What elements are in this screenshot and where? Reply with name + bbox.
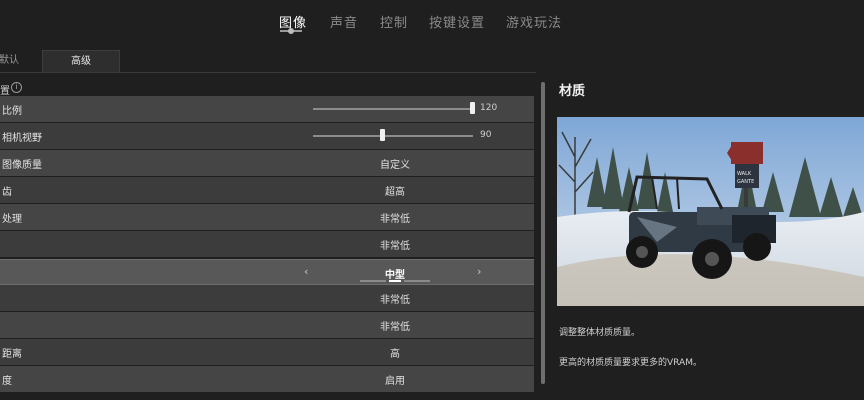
setting-value: 中型 [385,270,405,281]
detail-title: 材质 [559,84,586,99]
setting-row-quality[interactable]: 图像质量 自定义 [0,150,534,176]
option-step-indicator [404,280,430,282]
setting-row-scale[interactable]: 比例 120 [0,96,534,122]
scrollbar-thumb[interactable] [541,82,545,384]
option-step-indicator-active [389,280,401,282]
tab-keybindings[interactable]: 按键设置 [429,12,485,31]
subtab-advanced[interactable]: 高级 [42,50,120,73]
setting-value: 超高 [385,187,405,198]
setting-value: 非常低 [380,295,410,306]
active-tab-indicator [288,28,294,34]
setting-value: 自定义 [380,160,410,171]
setting-row-antialiasing[interactable]: 齿 超高 [0,177,534,203]
setting-value: 非常低 [380,241,410,252]
setting-label: 图像质量 [2,160,42,171]
setting-row-6[interactable]: 非常低 [0,231,534,257]
setting-value: 非常低 [380,322,410,333]
detail-description-2: 更高的材质质量要求更多的VRAM。 [559,358,702,368]
setting-row-view-distance[interactable]: 距离 高 [0,339,534,365]
setting-label: 距离 [2,349,22,360]
setting-label: 比例 [2,106,22,117]
tab-gameplay[interactable]: 游戏玩法 [506,12,562,31]
subtab-divider [0,72,536,73]
subtab-default[interactable]: 默认 [0,50,24,72]
svg-text:GANTE: GANTE [737,179,754,185]
setting-label: 齿 [2,187,12,198]
setting-row-9[interactable]: 非常低 [0,312,534,338]
slider-thumb[interactable] [380,129,385,141]
fov-slider[interactable] [313,135,473,137]
setting-label: 度 [2,376,12,387]
slider-thumb[interactable] [470,102,475,114]
detail-description-1: 调整整体材质质量。 [559,328,641,338]
setting-value: 高 [390,349,400,360]
texture-preview-image: WALK GANTE [557,117,864,306]
tab-controls[interactable]: 控制 [380,12,408,31]
setting-label: 处理 [2,214,22,225]
setting-row-fov[interactable]: 相机视野 90 [0,123,534,149]
slider-value: 90 [480,130,492,140]
setting-value: 非常低 [380,214,410,225]
chevron-right-icon[interactable]: › [477,265,481,278]
setting-row-8[interactable]: 非常低 [0,285,534,311]
tab-audio[interactable]: 声音 [330,12,358,31]
option-step-indicator [360,280,386,282]
setting-row-motion-blur[interactable]: 度 启用 [0,366,534,392]
svg-text:WALK: WALK [737,171,752,177]
top-tab-bar: 图像 声音 控制 按键设置 游戏玩法 [0,0,864,44]
setting-row-postprocessing[interactable]: 处理 非常低 [0,204,534,230]
chevron-left-icon[interactable]: ‹ [304,265,308,278]
setting-value: 启用 [385,376,405,387]
setting-row-texture[interactable]: ‹ 中型 › [0,259,534,285]
info-icon[interactable]: i [11,82,22,93]
slider-value: 120 [480,103,498,113]
setting-label: 相机视野 [2,133,42,144]
section-title: 置 [0,86,10,97]
scale-slider[interactable] [313,108,473,110]
